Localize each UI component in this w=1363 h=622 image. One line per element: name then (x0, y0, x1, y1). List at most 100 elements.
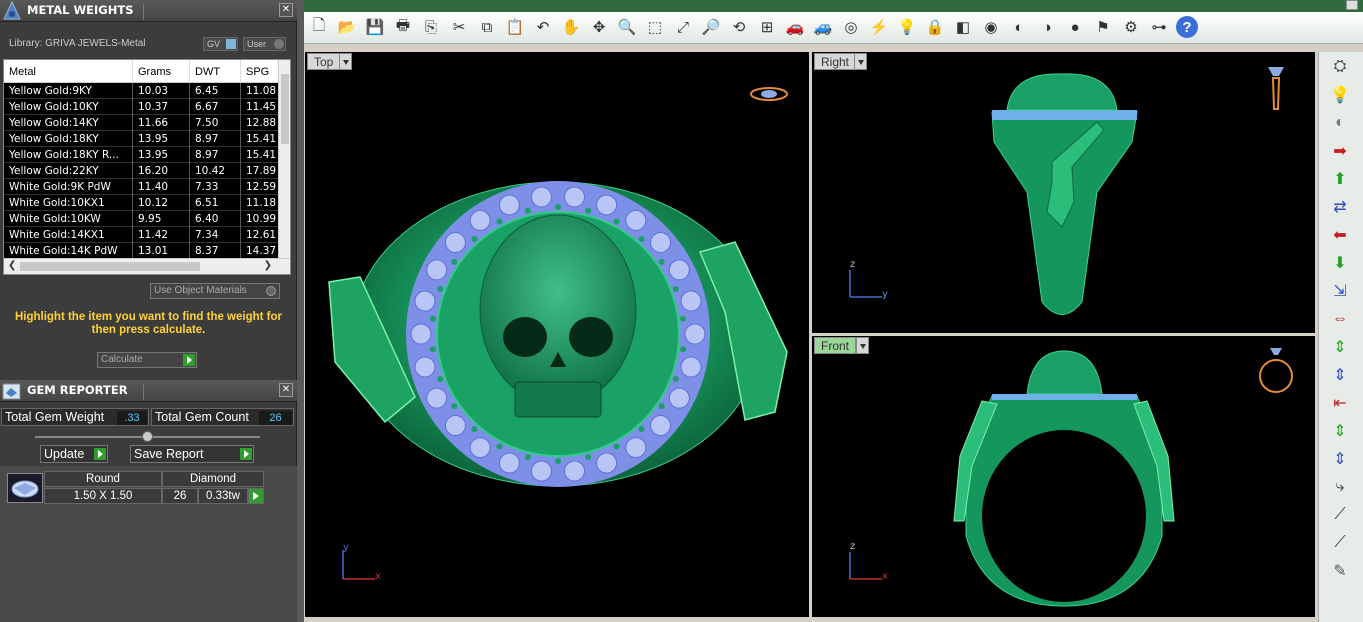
circle-icon[interactable]: ◎ (840, 16, 862, 38)
gems-icon[interactable]: ⛭ (1328, 56, 1352, 78)
table-row[interactable]: White Gold:14KX1 11.42 7.34 12.61 (4, 227, 280, 243)
use-object-materials-toggle[interactable]: Use Object Materials (150, 283, 280, 299)
zoom-icon[interactable]: 🔍 (616, 16, 638, 38)
open-icon[interactable]: 📂 (336, 16, 358, 38)
cut-icon[interactable]: ✂ (448, 16, 470, 38)
zoom-selected-icon[interactable]: 🔎 (700, 16, 722, 38)
vscroll-thumb[interactable] (281, 74, 289, 144)
gem-slider[interactable] (35, 431, 260, 442)
title-strip-scroll[interactable] (1346, 0, 1358, 10)
gem-go-button[interactable] (248, 488, 264, 504)
viewport-front[interactable]: Front z x (812, 336, 1315, 617)
save-icon[interactable]: 💾 (364, 16, 386, 38)
table-row[interactable]: Yellow Gold:14KY 11.66 7.50 12.88 (4, 115, 280, 131)
car2-icon[interactable]: 🚙 (812, 16, 834, 38)
col-grams[interactable]: Grams (138, 66, 171, 78)
viewport-right-menu-icon[interactable] (854, 53, 867, 70)
move-vert3-icon[interactable]: ⇕ (1328, 420, 1352, 442)
scroll-right-icon[interactable]: ❯ (264, 260, 272, 271)
new-icon[interactable]: 🗋 (308, 16, 330, 38)
panel-splitter[interactable] (297, 0, 304, 622)
metal-table-hscroll[interactable]: ❮ ❯ (4, 258, 290, 274)
four-view-icon[interactable]: ⊞ (756, 16, 778, 38)
render-icon[interactable]: ◑ (1036, 16, 1058, 38)
move-right-icon[interactable]: ➡ (1328, 140, 1352, 162)
move-up-icon[interactable]: ⬆ (1328, 168, 1352, 190)
zoom-window-icon[interactable]: ⬚ (644, 16, 666, 38)
table-row[interactable]: Yellow Gold:9KY 10.03 6.45 11.08 (4, 83, 280, 99)
move-diag-icon[interactable]: ⇲ (1328, 280, 1352, 302)
settings-icon[interactable]: ⚙ (1120, 16, 1142, 38)
print-icon[interactable]: 🖶 (392, 16, 414, 38)
viewport-front-menu-icon[interactable] (856, 337, 869, 354)
line2-icon[interactable]: ⟋ (1328, 532, 1352, 554)
move-both-icon[interactable]: ⇔ (1328, 308, 1352, 330)
move-vert4-icon[interactable]: ⇕ (1328, 448, 1352, 470)
col-divider (132, 99, 133, 115)
rotate-icon[interactable]: ⟲ (728, 16, 750, 38)
calculate-button[interactable]: Calculate (97, 352, 197, 368)
save-report-button[interactable]: Save Report (130, 445, 254, 463)
col-divider (240, 99, 241, 115)
measure-icon[interactable]: ⊶ (1148, 16, 1170, 38)
line-icon[interactable]: ⟋ (1328, 504, 1352, 526)
col-divider (189, 60, 190, 83)
sphere-icon[interactable]: ● (1064, 16, 1086, 38)
viewport-right[interactable]: Right z y (812, 52, 1315, 333)
move-vert-icon[interactable]: ⇕ (1328, 336, 1352, 358)
car-icon[interactable]: 🚗 (784, 16, 806, 38)
viewport-top[interactable]: Top y x (305, 52, 809, 617)
table-row[interactable]: White Gold:9K PdW 11.40 7.33 12.59 (4, 179, 280, 195)
metal-table-vscroll[interactable] (278, 60, 290, 259)
col-divider (189, 243, 190, 259)
hscroll-thumb[interactable] (20, 262, 200, 271)
undo-icon[interactable]: ↶ (532, 16, 554, 38)
flag-icon[interactable]: ⚑ (1092, 16, 1114, 38)
curve-icon[interactable]: ⤷ (1328, 476, 1352, 498)
table-row[interactable]: Yellow Gold:18KY R... 13.95 8.97 15.41 (4, 147, 280, 163)
table-row[interactable]: White Gold:10KW 9.95 6.40 10.99 (4, 211, 280, 227)
help-icon[interactable]: ? (1176, 16, 1198, 38)
shrink-icon[interactable]: ⇤ (1328, 392, 1352, 414)
move-down-icon[interactable]: ⬇ (1328, 252, 1352, 274)
layers-icon[interactable]: ◧ (952, 16, 974, 38)
move-vert2-icon[interactable]: ⇕ (1328, 364, 1352, 386)
scroll-left-icon[interactable]: ❮ (8, 260, 16, 271)
close-metal-weights-button[interactable]: ✕ (279, 3, 293, 17)
round-gem-icon[interactable] (7, 473, 43, 503)
eraser-icon[interactable]: ✎ (1328, 560, 1352, 582)
color-wheel-icon[interactable]: ◉ (980, 16, 1002, 38)
move-left-icon[interactable]: ⬅ (1328, 224, 1352, 246)
col-metal[interactable]: Metal (9, 66, 36, 78)
gv-toggle[interactable]: GV (203, 37, 238, 51)
lock-icon[interactable]: 🔒 (924, 16, 946, 38)
zoom-extents-icon[interactable]: ⤢ (672, 16, 694, 38)
rotate-view-icon[interactable]: ✥ (588, 16, 610, 38)
copy-icon[interactable]: ⧉ (476, 16, 498, 38)
light-icon[interactable]: 💡 (1328, 84, 1352, 106)
gem-slider-knob[interactable] (142, 431, 153, 442)
export-icon[interactable]: ⎘ (420, 16, 442, 38)
paste-icon[interactable]: 📋 (504, 16, 526, 38)
snap-icon[interactable]: ⚡ (868, 16, 890, 38)
viewport-top-menu-icon[interactable] (339, 53, 352, 70)
table-row[interactable]: White Gold:14K PdW 13.01 8.37 14.37 (4, 243, 280, 259)
table-row[interactable]: White Gold:10KX1 10.12 6.51 11.18 (4, 195, 280, 211)
viewport-right-label[interactable]: Right (814, 53, 857, 70)
material-sphere-icon[interactable]: ◐ (1328, 112, 1352, 134)
move-blue-icon[interactable]: ⇄ (1328, 196, 1352, 218)
table-row[interactable]: Yellow Gold:22KY 16.20 10.42 17.89 (4, 163, 280, 179)
pan-icon[interactable]: ✋ (560, 16, 582, 38)
table-row[interactable]: Yellow Gold:18KY 13.95 8.97 15.41 (4, 131, 280, 147)
col-spg[interactable]: SPG (246, 66, 269, 78)
bulb-icon[interactable]: 💡 (896, 16, 918, 38)
col-dwt[interactable]: DWT (195, 66, 220, 78)
close-gem-reporter-button[interactable]: ✕ (279, 383, 293, 397)
table-row[interactable]: Yellow Gold:10KY 10.37 6.67 11.45 (4, 99, 280, 115)
user-toggle[interactable]: User (243, 37, 286, 51)
viewport-top-label[interactable]: Top (307, 53, 341, 70)
library-row: Library: GRIVA JEWELS-Metal GV User (0, 34, 297, 54)
shade-icon[interactable]: ◐ (1008, 16, 1030, 38)
update-button[interactable]: Update (40, 445, 108, 463)
viewport-front-label[interactable]: Front (814, 337, 857, 354)
